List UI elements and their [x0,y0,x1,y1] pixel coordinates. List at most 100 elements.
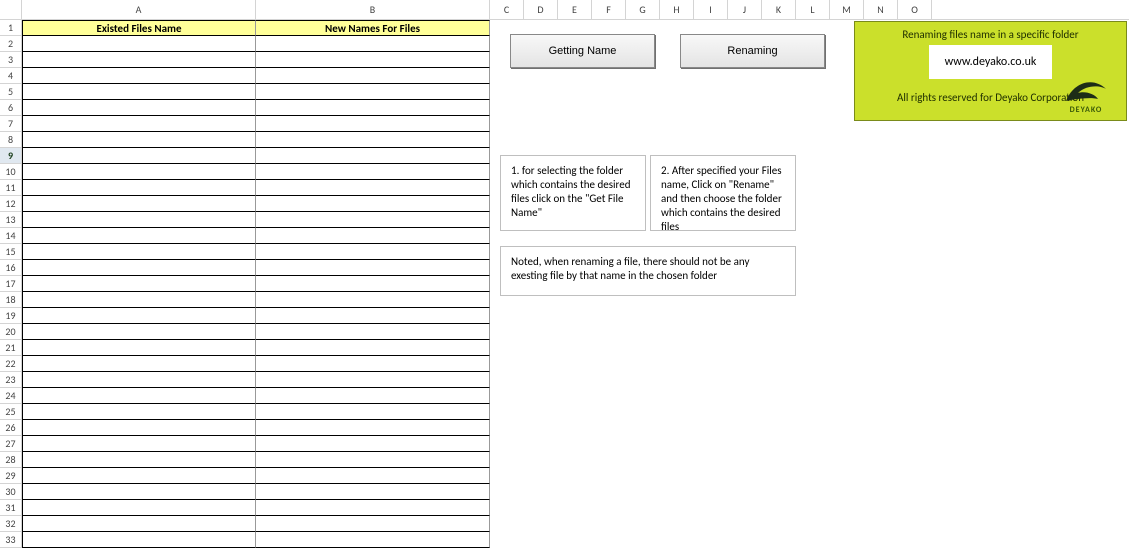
row-header[interactable]: 15 [0,244,22,260]
column-header-O[interactable]: O [898,0,932,19]
cells-right[interactable] [490,388,1129,404]
cell-a[interactable] [22,36,256,52]
cell-a[interactable] [22,132,256,148]
cell-a[interactable] [22,276,256,292]
cell-a[interactable] [22,148,256,164]
cells-right[interactable] [490,372,1129,388]
column-header-K[interactable]: K [762,0,796,19]
row-header[interactable]: 2 [0,36,22,52]
cell-a[interactable] [22,356,256,372]
cell-b[interactable] [256,116,490,132]
cells-right[interactable] [490,404,1129,420]
row-header[interactable]: 18 [0,292,22,308]
cell-a[interactable] [22,372,256,388]
cells-right[interactable] [490,340,1129,356]
column-header-H[interactable]: H [660,0,694,19]
cell-a[interactable] [22,452,256,468]
row-header[interactable]: 31 [0,500,22,516]
row-header[interactable]: 25 [0,404,22,420]
row-header[interactable]: 7 [0,116,22,132]
cell-a[interactable] [22,484,256,500]
cell-b[interactable] [256,148,490,164]
cell-b[interactable] [256,36,490,52]
column-header-C[interactable]: C [490,0,524,19]
column-header-D[interactable]: D [524,0,558,19]
row-header[interactable]: 6 [0,100,22,116]
cell-a[interactable] [22,308,256,324]
row-header[interactable]: 12 [0,196,22,212]
cell-b[interactable] [256,196,490,212]
cell-a[interactable] [22,100,256,116]
column-header-E[interactable]: E [558,0,592,19]
cell-a[interactable] [22,500,256,516]
cell-b[interactable] [256,388,490,404]
cells-right[interactable] [490,516,1129,532]
cells-right[interactable] [490,436,1129,452]
cells-right[interactable] [490,308,1129,324]
cell-b[interactable] [256,372,490,388]
cell-a[interactable] [22,388,256,404]
column-header-M[interactable]: M [830,0,864,19]
row-header[interactable]: 11 [0,180,22,196]
column-header-F[interactable]: F [592,0,626,19]
cell-b[interactable] [256,404,490,420]
row-header[interactable]: 10 [0,164,22,180]
row-header[interactable]: 4 [0,68,22,84]
cell-a[interactable] [22,52,256,68]
cells-right[interactable] [490,532,1129,548]
row-header[interactable]: 14 [0,228,22,244]
cells-right[interactable] [490,324,1129,340]
column-header-A[interactable]: A [22,0,256,19]
cell-b[interactable] [256,340,490,356]
cell-b[interactable] [256,212,490,228]
cell-a[interactable] [22,244,256,260]
cell-b[interactable] [256,436,490,452]
table-header-existed[interactable]: Existed Files Name [22,20,256,36]
row-header[interactable]: 20 [0,324,22,340]
row-header[interactable]: 33 [0,532,22,548]
cell-b[interactable] [256,164,490,180]
cell-b[interactable] [256,68,490,84]
cell-a[interactable] [22,468,256,484]
cell-a[interactable] [22,340,256,356]
row-header[interactable]: 5 [0,84,22,100]
cell-a[interactable] [22,196,256,212]
cell-b[interactable] [256,132,490,148]
row-header[interactable]: 26 [0,420,22,436]
column-header-J[interactable]: J [728,0,762,19]
cell-a[interactable] [22,180,256,196]
cell-a[interactable] [22,260,256,276]
column-header-G[interactable]: G [626,0,660,19]
cells-right[interactable] [490,420,1129,436]
row-header[interactable]: 23 [0,372,22,388]
cell-a[interactable] [22,212,256,228]
cell-b[interactable] [256,100,490,116]
cell-a[interactable] [22,68,256,84]
row-header[interactable]: 9 [0,148,22,164]
column-header-I[interactable]: I [694,0,728,19]
row-header[interactable]: 29 [0,468,22,484]
cell-b[interactable] [256,452,490,468]
cell-b[interactable] [256,52,490,68]
cell-b[interactable] [256,244,490,260]
row-header[interactable]: 22 [0,356,22,372]
select-all-corner[interactable] [0,0,22,19]
cells-right[interactable] [490,356,1129,372]
cell-b[interactable] [256,420,490,436]
cell-a[interactable] [22,516,256,532]
row-header[interactable]: 8 [0,132,22,148]
cell-a[interactable] [22,532,256,548]
cell-a[interactable] [22,84,256,100]
cell-b[interactable] [256,468,490,484]
column-header-B[interactable]: B [256,0,490,19]
cells-right[interactable] [490,500,1129,516]
row-header[interactable]: 1 [0,20,22,36]
cell-b[interactable] [256,308,490,324]
cells-right[interactable] [490,452,1129,468]
table-header-newnames[interactable]: New Names For Files [256,20,490,36]
cell-a[interactable] [22,420,256,436]
row-header[interactable]: 21 [0,340,22,356]
cell-a[interactable] [22,228,256,244]
row-header[interactable]: 24 [0,388,22,404]
row-header[interactable]: 27 [0,436,22,452]
